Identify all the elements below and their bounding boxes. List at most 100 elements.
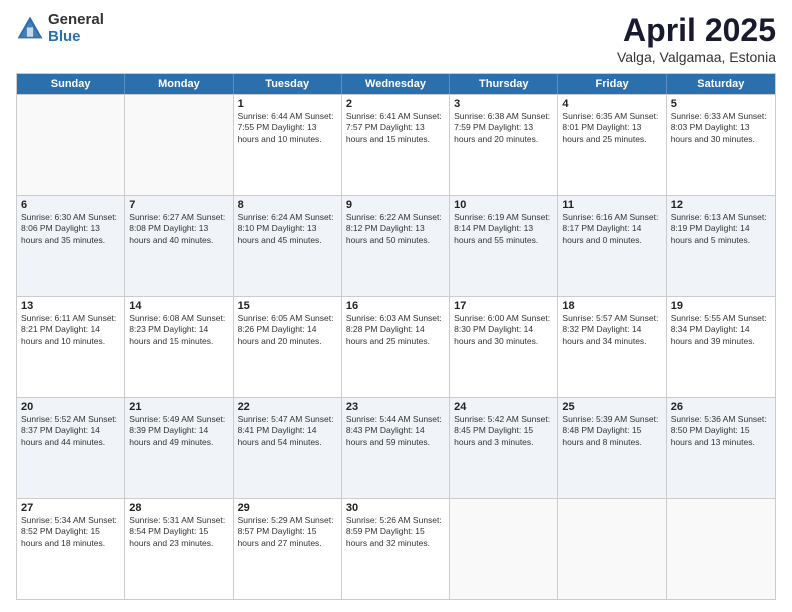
cell-text: Sunrise: 5:55 AM Sunset: 8:34 PM Dayligh… <box>671 313 771 347</box>
header-day-tuesday: Tuesday <box>234 74 342 94</box>
logo-blue-text: Blue <box>48 29 104 46</box>
calendar-cell-empty <box>558 499 666 599</box>
cell-text: Sunrise: 6:41 AM Sunset: 7:57 PM Dayligh… <box>346 111 445 145</box>
day-number: 11 <box>562 199 661 211</box>
day-number: 14 <box>129 300 228 312</box>
day-number: 21 <box>129 401 228 413</box>
calendar-cell-9: 9Sunrise: 6:22 AM Sunset: 8:12 PM Daylig… <box>342 196 450 296</box>
day-number: 17 <box>454 300 553 312</box>
calendar-row-1: 6Sunrise: 6:30 AM Sunset: 8:06 PM Daylig… <box>17 195 775 296</box>
day-number: 18 <box>562 300 661 312</box>
cell-text: Sunrise: 6:11 AM Sunset: 8:21 PM Dayligh… <box>21 313 120 347</box>
calendar-cell-25: 25Sunrise: 5:39 AM Sunset: 8:48 PM Dayli… <box>558 398 666 498</box>
day-number: 24 <box>454 401 553 413</box>
header-day-wednesday: Wednesday <box>342 74 450 94</box>
cell-text: Sunrise: 5:44 AM Sunset: 8:43 PM Dayligh… <box>346 414 445 448</box>
cell-text: Sunrise: 6:24 AM Sunset: 8:10 PM Dayligh… <box>238 212 337 246</box>
cell-text: Sunrise: 6:08 AM Sunset: 8:23 PM Dayligh… <box>129 313 228 347</box>
cell-text: Sunrise: 6:03 AM Sunset: 8:28 PM Dayligh… <box>346 313 445 347</box>
calendar-cell-12: 12Sunrise: 6:13 AM Sunset: 8:19 PM Dayli… <box>667 196 775 296</box>
header-day-monday: Monday <box>125 74 233 94</box>
day-number: 8 <box>238 199 337 211</box>
calendar-header: SundayMondayTuesdayWednesdayThursdayFrid… <box>17 74 775 94</box>
cell-text: Sunrise: 6:22 AM Sunset: 8:12 PM Dayligh… <box>346 212 445 246</box>
calendar-row-3: 20Sunrise: 5:52 AM Sunset: 8:37 PM Dayli… <box>17 397 775 498</box>
header: General Blue April 2025 Valga, Valgamaa,… <box>16 12 776 65</box>
header-day-thursday: Thursday <box>450 74 558 94</box>
calendar-row-4: 27Sunrise: 5:34 AM Sunset: 8:52 PM Dayli… <box>17 498 775 599</box>
calendar-cell-1: 1Sunrise: 6:44 AM Sunset: 7:55 PM Daylig… <box>234 95 342 195</box>
header-day-saturday: Saturday <box>667 74 775 94</box>
cell-text: Sunrise: 5:57 AM Sunset: 8:32 PM Dayligh… <box>562 313 661 347</box>
cell-text: Sunrise: 5:31 AM Sunset: 8:54 PM Dayligh… <box>129 515 228 549</box>
cell-text: Sunrise: 5:52 AM Sunset: 8:37 PM Dayligh… <box>21 414 120 448</box>
day-number: 15 <box>238 300 337 312</box>
day-number: 19 <box>671 300 771 312</box>
calendar-cell-17: 17Sunrise: 6:00 AM Sunset: 8:30 PM Dayli… <box>450 297 558 397</box>
calendar-cell-26: 26Sunrise: 5:36 AM Sunset: 8:50 PM Dayli… <box>667 398 775 498</box>
calendar-cell-6: 6Sunrise: 6:30 AM Sunset: 8:06 PM Daylig… <box>17 196 125 296</box>
cell-text: Sunrise: 6:16 AM Sunset: 8:17 PM Dayligh… <box>562 212 661 246</box>
cell-text: Sunrise: 6:00 AM Sunset: 8:30 PM Dayligh… <box>454 313 553 347</box>
calendar-row-0: 1Sunrise: 6:44 AM Sunset: 7:55 PM Daylig… <box>17 94 775 195</box>
calendar-cell-14: 14Sunrise: 6:08 AM Sunset: 8:23 PM Dayli… <box>125 297 233 397</box>
calendar-cell-16: 16Sunrise: 6:03 AM Sunset: 8:28 PM Dayli… <box>342 297 450 397</box>
cell-text: Sunrise: 6:19 AM Sunset: 8:14 PM Dayligh… <box>454 212 553 246</box>
calendar-cell-5: 5Sunrise: 6:33 AM Sunset: 8:03 PM Daylig… <box>667 95 775 195</box>
day-number: 3 <box>454 98 553 110</box>
cell-text: Sunrise: 5:34 AM Sunset: 8:52 PM Dayligh… <box>21 515 120 549</box>
day-number: 13 <box>21 300 120 312</box>
page: General Blue April 2025 Valga, Valgamaa,… <box>0 0 792 612</box>
logo: General Blue <box>16 12 104 45</box>
day-number: 27 <box>21 502 120 514</box>
day-number: 29 <box>238 502 337 514</box>
calendar-cell-empty <box>17 95 125 195</box>
calendar-cell-2: 2Sunrise: 6:41 AM Sunset: 7:57 PM Daylig… <box>342 95 450 195</box>
calendar-cell-10: 10Sunrise: 6:19 AM Sunset: 8:14 PM Dayli… <box>450 196 558 296</box>
calendar-cell-13: 13Sunrise: 6:11 AM Sunset: 8:21 PM Dayli… <box>17 297 125 397</box>
day-number: 20 <box>21 401 120 413</box>
header-day-sunday: Sunday <box>17 74 125 94</box>
cell-text: Sunrise: 6:27 AM Sunset: 8:08 PM Dayligh… <box>129 212 228 246</box>
cell-text: Sunrise: 6:35 AM Sunset: 8:01 PM Dayligh… <box>562 111 661 145</box>
cell-text: Sunrise: 6:38 AM Sunset: 7:59 PM Dayligh… <box>454 111 553 145</box>
calendar-cell-empty <box>125 95 233 195</box>
day-number: 10 <box>454 199 553 211</box>
calendar-row-2: 13Sunrise: 6:11 AM Sunset: 8:21 PM Dayli… <box>17 296 775 397</box>
calendar-cell-30: 30Sunrise: 5:26 AM Sunset: 8:59 PM Dayli… <box>342 499 450 599</box>
calendar-cell-20: 20Sunrise: 5:52 AM Sunset: 8:37 PM Dayli… <box>17 398 125 498</box>
cell-text: Sunrise: 6:13 AM Sunset: 8:19 PM Dayligh… <box>671 212 771 246</box>
day-number: 16 <box>346 300 445 312</box>
day-number: 12 <box>671 199 771 211</box>
calendar-cell-19: 19Sunrise: 5:55 AM Sunset: 8:34 PM Dayli… <box>667 297 775 397</box>
cell-text: Sunrise: 6:44 AM Sunset: 7:55 PM Dayligh… <box>238 111 337 145</box>
calendar-cell-21: 21Sunrise: 5:49 AM Sunset: 8:39 PM Dayli… <box>125 398 233 498</box>
title-block: April 2025 Valga, Valgamaa, Estonia <box>617 12 776 65</box>
calendar-cell-15: 15Sunrise: 6:05 AM Sunset: 8:26 PM Dayli… <box>234 297 342 397</box>
calendar-cell-8: 8Sunrise: 6:24 AM Sunset: 8:10 PM Daylig… <box>234 196 342 296</box>
calendar-cell-18: 18Sunrise: 5:57 AM Sunset: 8:32 PM Dayli… <box>558 297 666 397</box>
logo-icon <box>16 15 44 43</box>
calendar-cell-4: 4Sunrise: 6:35 AM Sunset: 8:01 PM Daylig… <box>558 95 666 195</box>
day-number: 26 <box>671 401 771 413</box>
day-number: 4 <box>562 98 661 110</box>
day-number: 30 <box>346 502 445 514</box>
cell-text: Sunrise: 5:29 AM Sunset: 8:57 PM Dayligh… <box>238 515 337 549</box>
calendar-cell-7: 7Sunrise: 6:27 AM Sunset: 8:08 PM Daylig… <box>125 196 233 296</box>
day-number: 22 <box>238 401 337 413</box>
calendar-cell-22: 22Sunrise: 5:47 AM Sunset: 8:41 PM Dayli… <box>234 398 342 498</box>
cell-text: Sunrise: 6:05 AM Sunset: 8:26 PM Dayligh… <box>238 313 337 347</box>
calendar-cell-23: 23Sunrise: 5:44 AM Sunset: 8:43 PM Dayli… <box>342 398 450 498</box>
cell-text: Sunrise: 5:36 AM Sunset: 8:50 PM Dayligh… <box>671 414 771 448</box>
cell-text: Sunrise: 5:26 AM Sunset: 8:59 PM Dayligh… <box>346 515 445 549</box>
day-number: 23 <box>346 401 445 413</box>
calendar-cell-28: 28Sunrise: 5:31 AM Sunset: 8:54 PM Dayli… <box>125 499 233 599</box>
calendar-cell-empty <box>667 499 775 599</box>
day-number: 6 <box>21 199 120 211</box>
day-number: 25 <box>562 401 661 413</box>
day-number: 9 <box>346 199 445 211</box>
calendar-cell-3: 3Sunrise: 6:38 AM Sunset: 7:59 PM Daylig… <box>450 95 558 195</box>
calendar-body: 1Sunrise: 6:44 AM Sunset: 7:55 PM Daylig… <box>17 94 775 599</box>
logo-general-text: General <box>48 12 104 29</box>
day-number: 2 <box>346 98 445 110</box>
